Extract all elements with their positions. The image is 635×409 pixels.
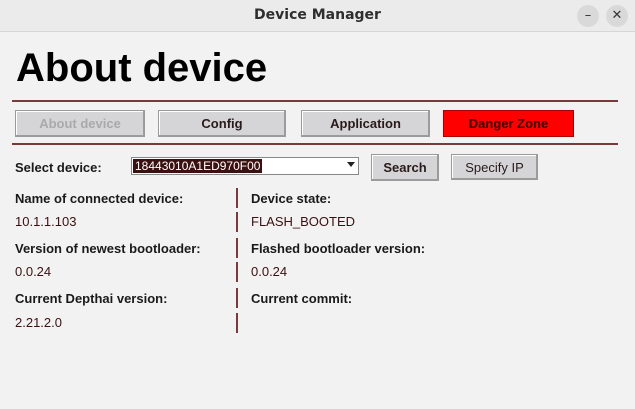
device-state-label: Device state: (251, 191, 332, 206)
column-divider (236, 238, 238, 258)
column-divider (236, 212, 238, 232)
device-name-label: Name of connected device: (15, 191, 184, 206)
tab-application[interactable]: Application (301, 110, 430, 137)
select-device-label: Select device: (15, 160, 102, 175)
title-bar: Device Manager – ✕ (0, 0, 635, 32)
column-divider (236, 188, 238, 208)
page-title: About device (16, 46, 268, 90)
flashed-bootloader-value: 0.0.24 (251, 264, 288, 279)
device-select[interactable]: 18443010A1ED970F00 (131, 157, 359, 175)
tabs-divider (12, 143, 618, 145)
depthai-version-value: 2.21.2.0 (15, 315, 62, 330)
column-divider (236, 262, 238, 282)
close-icon[interactable]: ✕ (606, 5, 628, 27)
tab-config[interactable]: Config (158, 110, 286, 137)
newest-bootloader-label: Version of newest bootloader: (15, 241, 201, 256)
window-title: Device Manager (254, 7, 381, 23)
column-divider (236, 313, 238, 333)
device-state-value: FLASH_BOOTED (251, 214, 356, 229)
tab-danger-zone[interactable]: Danger Zone (443, 110, 574, 137)
minimize-icon[interactable]: – (577, 5, 599, 27)
chevron-down-icon[interactable] (347, 162, 355, 167)
newest-bootloader-value: 0.0.24 (15, 264, 52, 279)
current-commit-label: Current commit: (251, 291, 353, 306)
tab-about-device[interactable]: About device (15, 110, 145, 137)
flashed-bootloader-label: Flashed bootloader version: (251, 241, 426, 256)
depthai-version-label: Current Depthai version: (15, 291, 168, 306)
specify-ip-button[interactable]: Specify IP (451, 154, 538, 180)
header-divider (12, 100, 618, 102)
device-select-value: 18443010A1ED970F00 (133, 159, 263, 173)
search-button[interactable]: Search (371, 154, 439, 181)
column-divider (236, 288, 238, 308)
device-name-value: 10.1.1.103 (15, 214, 77, 229)
